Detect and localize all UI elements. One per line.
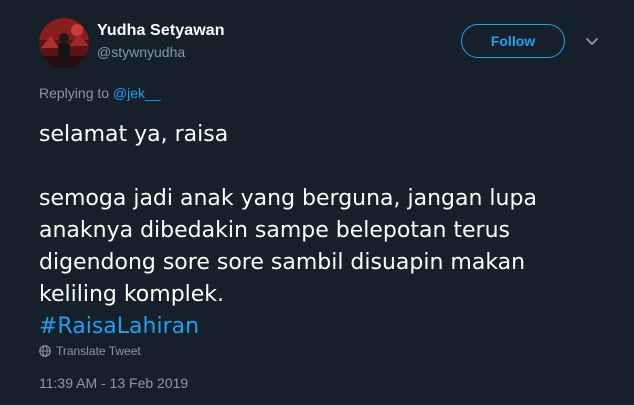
author-handle[interactable]: @stywnyudha — [97, 44, 185, 60]
translate-tweet-button[interactable]: Translate Tweet — [39, 344, 141, 358]
translate-tweet-label: Translate Tweet — [56, 344, 141, 358]
reply-mention-link[interactable]: @jek__ — [113, 85, 161, 101]
tweet-text-paragraph: semoga jadi anak yang berguna, jangan lu… — [39, 186, 537, 307]
author-display-name[interactable]: Yudha Setyawan — [97, 22, 225, 40]
hashtag-link[interactable]: #RaisaLahiran — [39, 314, 199, 339]
tweet-timestamp[interactable]: 11:39 AM - 13 Feb 2019 — [39, 375, 188, 391]
tweet-text-line: selamat ya, raisa — [39, 122, 229, 147]
avatar-image — [39, 18, 89, 68]
follow-button[interactable]: Follow — [461, 24, 565, 58]
avatar[interactable] — [39, 18, 89, 68]
replying-to: Replying to @jek__ — [39, 85, 161, 101]
more-options-chevron-down-icon[interactable] — [583, 34, 601, 50]
globe-icon — [39, 345, 51, 357]
tweet-text: selamat ya, raisa semoga jadi anak yang … — [39, 119, 599, 343]
replying-to-label: Replying to — [39, 85, 113, 101]
